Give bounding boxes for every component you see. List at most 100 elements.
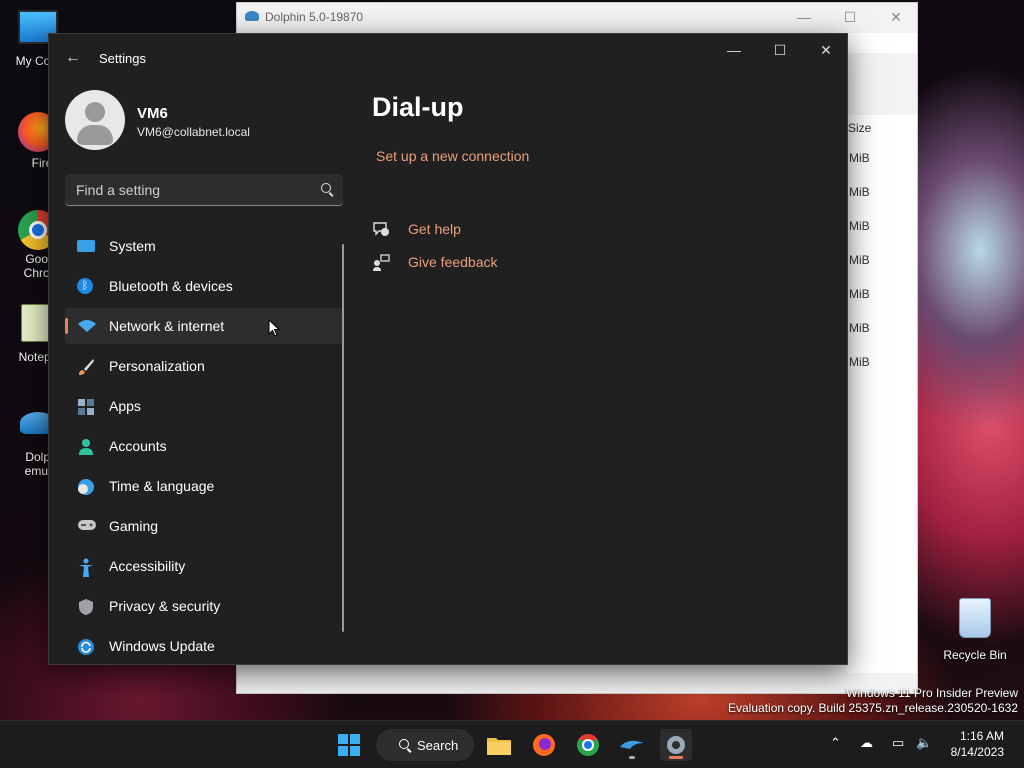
update-icon (77, 638, 95, 655)
taskbar: Search ⌃ ☁ ▭ 🔈 1:16 AM 8/14/2023 (0, 720, 1024, 768)
watermark-build: Evaluation copy. Build 25375.zn_release.… (728, 701, 1018, 715)
sidebar-item-label: Personalization (109, 358, 205, 374)
dolphin-titlebar[interactable]: Dolphin 5.0-19870 — ☐ ✕ (237, 3, 917, 31)
maximize-button[interactable]: ☐ (827, 3, 873, 31)
sidebar-item-network[interactable]: Network & internet (65, 308, 343, 344)
gaming-icon (77, 518, 96, 534)
sidebar-item-gaming[interactable]: Gaming (65, 508, 343, 544)
mouse-cursor (268, 319, 280, 337)
back-arrow-icon: ← (65, 49, 81, 66)
search-icon (399, 739, 409, 749)
taskbar-file-explorer[interactable] (483, 729, 515, 761)
firefox-icon (533, 734, 555, 756)
size-cell: MiB (849, 151, 870, 165)
page-title: Dial-up (372, 92, 464, 122)
start-button[interactable] (333, 729, 365, 761)
accounts-icon (77, 438, 95, 455)
setup-connection-link[interactable]: Set up a new connection (376, 148, 529, 164)
size-cell: MiB (849, 287, 870, 301)
volume-icon[interactable]: 🔈 (916, 735, 932, 751)
sidebar-item-label: Gaming (109, 518, 159, 534)
desktop-icon-label: Recycle Bin (943, 648, 1007, 662)
clock-time: 1:16 AM (959, 729, 1004, 743)
sidebar-item-personalization[interactable]: Personalization (65, 348, 343, 384)
taskbar-dolphin[interactable] (616, 729, 648, 761)
taskbar-search-button[interactable]: Search (376, 729, 474, 761)
sidebar-item-label: Network & internet (109, 318, 225, 334)
settings-titlebar[interactable]: ← Settings — ☐ ✕ (49, 34, 847, 82)
maximize-button[interactable]: ☐ (757, 34, 803, 66)
minimize-button[interactable]: — (711, 34, 757, 66)
feedback-label: Give feedback (408, 254, 498, 270)
sidebar-item-label: Windows Update (109, 638, 215, 654)
system-icon (77, 240, 95, 252)
sidebar-item-label: Privacy & security (109, 598, 221, 614)
sidebar-item-label: Accounts (109, 438, 167, 454)
sidebar-item-accessibility[interactable]: Accessibility (65, 548, 343, 584)
sidebar-item-time-language[interactable]: Time & language (65, 468, 343, 504)
watermark-edition: Windows 11 Pro Insider Preview (846, 686, 1018, 700)
desktop-icon-recycle-bin[interactable]: Recycle Bin (940, 598, 1010, 662)
avatar-head (85, 102, 105, 122)
taskbar-firefox[interactable] (528, 729, 560, 761)
clock[interactable]: 1:16 AM 8/14/2023 (951, 728, 1004, 760)
app-title: Settings (99, 51, 146, 66)
cloud-offline-icon[interactable]: ☁ (860, 735, 873, 751)
shield-icon (77, 598, 95, 615)
taskbar-chrome[interactable] (572, 729, 604, 761)
brush-icon (77, 358, 95, 375)
network-icon[interactable]: ▭ (892, 735, 904, 751)
search-input[interactable] (65, 174, 318, 206)
apps-icon (77, 398, 95, 415)
user-email: VM6@collabnet.local (137, 125, 250, 139)
running-indicator (629, 756, 635, 759)
chrome-icon (577, 733, 599, 756)
maximize-icon: ☐ (773, 42, 787, 58)
size-cell: MiB (849, 185, 870, 199)
settings-nav: System ᛒ Bluetooth & devices Network & i… (65, 228, 343, 668)
dolphin-icon (245, 11, 259, 21)
column-header-size[interactable]: Size (848, 121, 871, 135)
sidebar-item-accounts[interactable]: Accounts (65, 428, 343, 464)
wifi-icon (77, 318, 96, 334)
close-button[interactable]: ✕ (873, 3, 919, 31)
chevron-up-icon[interactable]: ⌃ (830, 735, 841, 751)
taskbar-settings[interactable] (660, 729, 692, 761)
sidebar-item-label: Accessibility (109, 558, 186, 574)
sidebar-item-label: Apps (109, 398, 141, 414)
help-icon (372, 221, 390, 237)
sidebar-item-system[interactable]: System (65, 228, 343, 264)
size-cell: MiB (849, 253, 870, 267)
bluetooth-icon: ᛒ (77, 278, 93, 294)
size-cell: MiB (849, 355, 870, 369)
avatar[interactable] (65, 90, 125, 150)
close-button[interactable]: ✕ (803, 34, 849, 66)
recycle-bin-icon (959, 598, 991, 638)
user-name: VM6 (137, 105, 168, 122)
avatar-body (77, 125, 113, 145)
size-cell: MiB (849, 219, 870, 233)
clock-date: 8/14/2023 (950, 745, 1004, 759)
settings-search[interactable] (65, 174, 343, 206)
windows-logo-icon (338, 734, 360, 756)
settings-window[interactable]: ← Settings — ☐ ✕ VM6 VM6@collabnet.local… (48, 33, 848, 665)
active-indicator (669, 756, 683, 759)
minimize-button[interactable]: — (781, 3, 827, 31)
sidebar-item-label: System (109, 238, 156, 254)
sidebar-item-label: Time & language (109, 478, 215, 494)
sidebar-item-apps[interactable]: Apps (65, 388, 343, 424)
close-icon: ✕ (820, 42, 832, 58)
nav-scrollbar[interactable] (342, 244, 344, 632)
sidebar-item-privacy[interactable]: Privacy & security (65, 588, 343, 624)
sidebar-item-windows-update[interactable]: Windows Update (65, 628, 343, 664)
minimize-icon: — (727, 42, 741, 58)
search-label: Search (417, 738, 459, 753)
back-button[interactable]: ← (61, 46, 85, 70)
folder-icon (487, 738, 511, 755)
feedback-icon (372, 254, 390, 271)
search-icon[interactable] (321, 183, 331, 193)
sidebar-item-label: Bluetooth & devices (109, 278, 233, 294)
sidebar-item-bluetooth[interactable]: ᛒ Bluetooth & devices (65, 268, 343, 304)
size-cell: MiB (849, 321, 870, 335)
dolphin-title: Dolphin 5.0-19870 (265, 10, 364, 24)
